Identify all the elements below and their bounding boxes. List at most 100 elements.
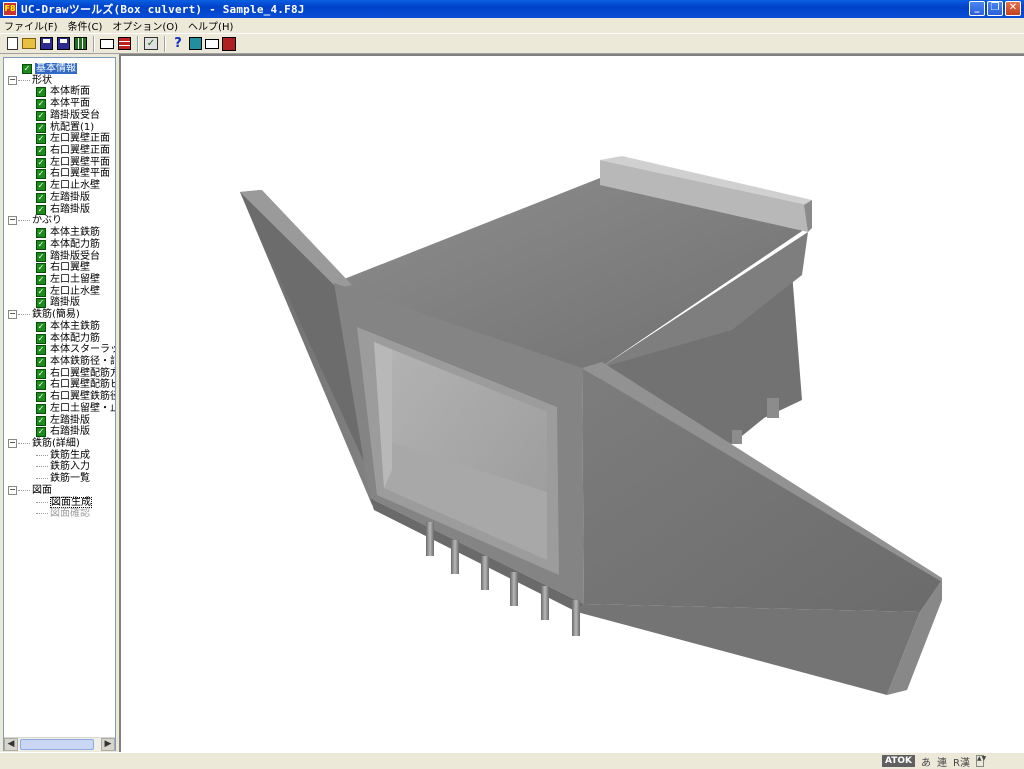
tree-checkbox-icon[interactable]: ✓ — [36, 99, 46, 110]
tree-item[interactable]: ✓ 左口土留壁・止水壁 — [4, 403, 115, 415]
tree-collapse-icon[interactable]: − — [8, 439, 17, 448]
ime-mode-conversion[interactable]: 連 — [937, 754, 947, 769]
tree-item-label[interactable]: 本体配力筋 — [50, 239, 100, 250]
tree-item[interactable]: ✓ 本体配力筋 — [4, 333, 115, 345]
tree-checkbox-icon[interactable]: ✓ — [36, 392, 46, 403]
tree-group-label[interactable]: 鉄筋(詳細) — [32, 438, 80, 449]
tree-item[interactable]: 鉄筋入力 — [4, 461, 115, 473]
tree-item[interactable]: ✓ 右踏掛版 — [4, 426, 115, 438]
tree-item-label[interactable]: 左口止水壁 — [50, 180, 100, 191]
tree-item[interactable]: − かぶり — [4, 215, 115, 227]
card-icon[interactable] — [204, 36, 220, 52]
tree-item-label[interactable]: 踏掛版受台 — [50, 110, 100, 121]
save-as-icon[interactable] — [55, 36, 71, 52]
tree-item[interactable]: ✓ 本体配力筋 — [4, 239, 115, 251]
tree-item-label[interactable]: 右踏掛版 — [50, 426, 90, 437]
tree-item[interactable]: ✓ 本体平面 — [4, 98, 115, 110]
save-icon[interactable] — [38, 36, 54, 52]
ime-indicator[interactable]: ATOK あ 連 R漢 ▲▼ — [882, 754, 986, 769]
tree-item-label[interactable]: 右口翼壁 — [50, 262, 90, 273]
tree-checkbox-icon[interactable]: ✓ — [36, 157, 46, 168]
tree-checkbox-icon[interactable]: ✓ — [36, 251, 46, 262]
tree-checkbox-icon[interactable]: ✓ — [22, 64, 32, 74]
tree-item[interactable]: ✓ 左口翼壁平面 — [4, 157, 115, 169]
tree-item[interactable]: ✓ 本体主鉄筋 — [4, 321, 115, 333]
tree-item[interactable]: ✓ 左口翼壁正面 — [4, 133, 115, 145]
tree-horizontal-scrollbar[interactable]: ◀ ▶ — [4, 737, 115, 751]
open-folder-icon[interactable] — [21, 36, 37, 52]
tree-item[interactable]: ✓ 右口翼壁配筋方法 — [4, 368, 115, 380]
menu-conditions[interactable]: 条件(C) — [68, 18, 103, 33]
tree-item[interactable]: ✓ 右踏掛版 — [4, 204, 115, 216]
tree-item-label[interactable]: 右踏掛版 — [50, 204, 90, 215]
tree-item[interactable]: ✓ 杭配置(1) — [4, 122, 115, 134]
tree-checkbox-icon[interactable]: ✓ — [36, 298, 46, 309]
tree-item-label[interactable]: 左踏掛版 — [50, 192, 90, 203]
tree-checkbox-icon[interactable]: ✓ — [36, 110, 46, 121]
tree-item[interactable]: ✓ 左踏掛版 — [4, 415, 115, 427]
tree-item-label[interactable]: 本体断面 — [50, 86, 90, 97]
tree-checkbox-icon[interactable]: ✓ — [36, 345, 46, 356]
tree-item-label[interactable]: 杭配置(1) — [50, 122, 94, 133]
tree-item-label[interactable]: 鉄筋入力 — [50, 461, 90, 472]
tree-checkbox-icon[interactable]: ✓ — [36, 368, 46, 379]
tree-checkbox-icon[interactable]: ✓ — [36, 169, 46, 180]
tree-item-label[interactable]: 右口翼壁配筋方法 — [50, 368, 115, 379]
tree-item-label[interactable]: 鉄筋一覧 — [50, 473, 90, 484]
tree-item-label[interactable]: 踏掛版 — [50, 297, 80, 308]
scroll-thumb[interactable] — [20, 739, 94, 750]
tree-item-label[interactable]: 左口翼壁平面 — [50, 157, 110, 168]
tree-group-label[interactable]: 図面 — [32, 485, 52, 496]
tree-checkbox-icon[interactable]: ✓ — [36, 321, 46, 332]
tree-item[interactable]: 鉄筋生成 — [4, 450, 115, 462]
tree-checkbox-icon[interactable]: ✓ — [36, 415, 46, 426]
grid-icon[interactable] — [72, 36, 88, 52]
tree-checkbox-icon[interactable]: ✓ — [36, 228, 46, 239]
tree-item[interactable]: ✓ 右口翼壁 — [4, 262, 115, 274]
tree-item-label[interactable]: 本体主鉄筋 — [50, 321, 100, 332]
tree-item[interactable]: 鉄筋一覧 — [4, 473, 115, 485]
menu-help[interactable]: ヘルプ(H) — [188, 18, 233, 33]
ime-mode-hiragana[interactable]: あ — [921, 754, 931, 769]
tree-item[interactable]: ✓ 本体鉄筋径・記号 — [4, 356, 115, 368]
tree-checkbox-icon[interactable]: ✓ — [36, 204, 46, 215]
tree-item[interactable]: ✓ 本体スターラップ — [4, 344, 115, 356]
tree-item-label[interactable]: 本体主鉄筋 — [50, 227, 100, 238]
tree-checkbox-icon[interactable]: ✓ — [36, 87, 46, 98]
tree-item[interactable]: ✓ 本体断面 — [4, 86, 115, 98]
help-icon[interactable]: ? — [170, 36, 186, 52]
tree-checkbox-icon[interactable]: ✓ — [36, 263, 46, 274]
tree-checkbox-icon[interactable]: ✓ — [36, 286, 46, 297]
tree-collapse-icon[interactable]: − — [8, 310, 17, 320]
menu-file[interactable]: ファイル(F) — [4, 18, 58, 33]
tree-item[interactable]: − 図面 — [4, 485, 115, 497]
tree-collapse-icon[interactable]: − — [8, 216, 17, 226]
tree-checkbox-icon[interactable]: ✓ — [36, 403, 46, 414]
tree-item-label[interactable]: 本体スターラップ — [50, 344, 115, 355]
minimize-button[interactable]: _ — [969, 1, 985, 16]
tree-item-label[interactable]: 図面生成 — [50, 496, 92, 508]
tree-collapse-icon[interactable]: − — [8, 485, 17, 495]
tree-item[interactable]: ✓ 踏掛版受台 — [4, 251, 115, 263]
tree-checkbox-icon[interactable]: ✓ — [36, 122, 46, 133]
view-icon[interactable] — [187, 36, 203, 52]
tree-item[interactable]: 図面確認 — [4, 508, 115, 520]
table-icon[interactable] — [116, 36, 132, 52]
tree-group-label[interactable]: 形状 — [32, 75, 52, 86]
tree-item-label[interactable]: 右口翼壁配筋ピッチ — [50, 379, 115, 390]
tree-item-label[interactable]: 図面確認 — [50, 508, 90, 519]
tree-item[interactable]: ✓ 左踏掛版 — [4, 192, 115, 204]
tree-item[interactable]: ✓ 左口土留壁 — [4, 274, 115, 286]
tree-item[interactable]: ✓ 右口翼壁鉄筋径・記 — [4, 391, 115, 403]
ime-mode-kanji[interactable]: R漢 — [953, 754, 970, 769]
scroll-right-icon[interactable]: ▶ — [101, 738, 115, 751]
tree-group-label[interactable]: 鉄筋(簡易) — [32, 309, 80, 320]
scroll-left-icon[interactable]: ◀ — [4, 738, 18, 751]
tree-item-label[interactable]: 左口土留壁・止水壁 — [50, 403, 115, 414]
tree-item-label[interactable]: 右口翼壁平面 — [50, 168, 110, 179]
tree-item-label[interactable]: 右口翼壁鉄筋径・記 — [50, 391, 115, 402]
tree-item-label[interactable]: 本体鉄筋径・記号 — [50, 356, 115, 367]
tree-item-label[interactable]: 基本情報 — [35, 63, 77, 74]
tree-checkbox-icon[interactable]: ✓ — [36, 274, 46, 285]
tree-checkbox-icon[interactable]: ✓ — [36, 380, 46, 391]
